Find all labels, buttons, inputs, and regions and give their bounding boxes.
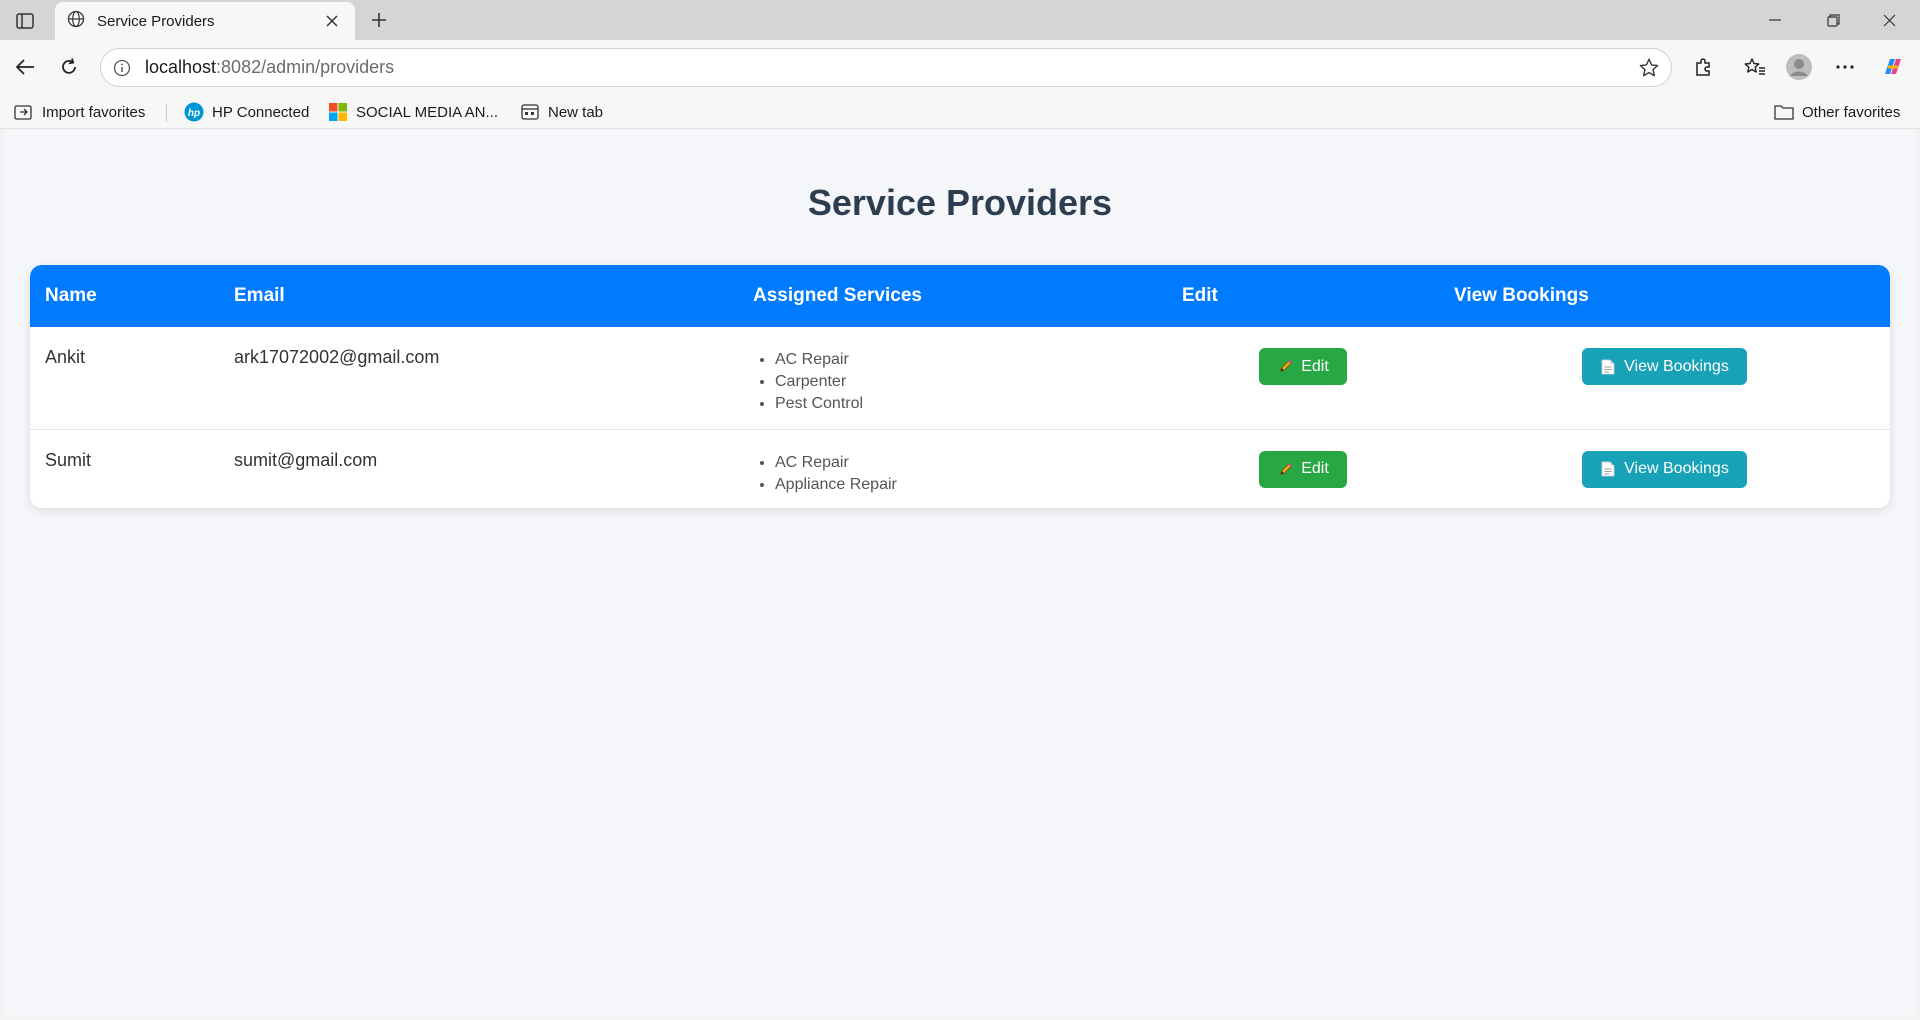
provider-name: Ankit bbox=[30, 327, 219, 430]
service-item: AC Repair bbox=[775, 349, 1152, 371]
service-item: Carpenter bbox=[775, 371, 1152, 393]
edit-cell: Edit bbox=[1167, 429, 1439, 508]
svg-text:hp: hp bbox=[188, 108, 200, 119]
favorites-icon[interactable] bbox=[1738, 50, 1772, 84]
table-row: Ankit ark17072002@gmail.com AC Repair Ca… bbox=[30, 327, 1890, 430]
service-item: Pest Control bbox=[775, 393, 1152, 415]
column-header-view-bookings: View Bookings bbox=[1439, 265, 1890, 327]
fav-label: SOCIAL MEDIA AN... bbox=[356, 103, 498, 121]
close-window-icon[interactable] bbox=[1866, 0, 1912, 40]
more-options-icon[interactable] bbox=[1828, 50, 1862, 84]
providers-table-card: Name Email Assigned Services Edit View B… bbox=[30, 265, 1890, 508]
services-list: AC Repair Carpenter Pest Control bbox=[775, 349, 1152, 415]
column-header-email: Email bbox=[219, 265, 738, 327]
edit-button[interactable]: Edit bbox=[1259, 450, 1347, 488]
edit-button-label: Edit bbox=[1301, 460, 1329, 477]
favorites-bar: Import favorites hp HP Connected SOCIAL … bbox=[0, 95, 1920, 129]
provider-email: ark17072002@gmail.com bbox=[219, 327, 738, 430]
new-tab-icon[interactable] bbox=[364, 6, 394, 34]
browser-tab[interactable]: Service Providers bbox=[55, 2, 355, 40]
edit-button[interactable]: Edit bbox=[1259, 348, 1347, 385]
divider bbox=[166, 104, 167, 122]
table-header-row: Name Email Assigned Services Edit View B… bbox=[30, 265, 1890, 327]
favorite-star-icon[interactable] bbox=[1637, 56, 1661, 80]
tab-title: Service Providers bbox=[97, 12, 215, 30]
fav-hp-connected[interactable]: hp HP Connected bbox=[184, 99, 309, 125]
edit-cell: Edit bbox=[1167, 327, 1439, 430]
close-tab-icon[interactable] bbox=[321, 10, 343, 32]
providers-table: Name Email Assigned Services Edit View B… bbox=[30, 265, 1890, 508]
fav-new-tab[interactable]: New tab bbox=[520, 99, 603, 125]
view-bookings-button[interactable]: View Bookings bbox=[1582, 348, 1747, 385]
column-header-edit: Edit bbox=[1167, 265, 1439, 327]
edit-button-label: Edit bbox=[1301, 357, 1329, 375]
service-item: Appliance Repair bbox=[775, 474, 1152, 496]
column-header-assigned-services: Assigned Services bbox=[738, 265, 1167, 327]
back-icon[interactable] bbox=[8, 50, 42, 84]
fav-other-favorites[interactable]: Other favorites bbox=[1774, 99, 1900, 125]
column-header-name: Name bbox=[30, 265, 219, 327]
pencil-icon bbox=[1277, 461, 1293, 477]
page-title: Service Providers bbox=[807, 182, 1113, 223]
copilot-icon[interactable] bbox=[1876, 50, 1910, 84]
fav-import-favorites[interactable]: Import favorites bbox=[14, 99, 145, 125]
pencil-icon bbox=[1277, 359, 1293, 375]
fav-social-media[interactable]: SOCIAL MEDIA AN... bbox=[328, 99, 498, 125]
view-bookings-cell: View Bookings bbox=[1439, 327, 1890, 430]
browser-navbar: localhost:8082/admin/providers bbox=[0, 40, 1920, 95]
provider-email: sumit@gmail.com bbox=[234, 449, 378, 470]
new-tab-page-icon bbox=[520, 102, 540, 122]
fav-label: Other favorites bbox=[1802, 103, 1901, 121]
provider-services: AC Repair Appliance Repair bbox=[738, 429, 1167, 508]
fav-label: Import favorites bbox=[42, 103, 146, 121]
minimize-icon[interactable] bbox=[1752, 0, 1798, 40]
site-info-icon[interactable] bbox=[111, 57, 133, 79]
sidebar-toggle-icon[interactable] bbox=[12, 8, 38, 34]
fav-label: HP Connected bbox=[212, 103, 310, 121]
view-bookings-button-label: View Bookings bbox=[1624, 357, 1729, 375]
document-icon bbox=[1600, 359, 1616, 375]
profile-avatar[interactable] bbox=[1782, 50, 1816, 84]
url-text: localhost:8082/admin/providers bbox=[145, 57, 395, 77]
folder-icon bbox=[1774, 102, 1794, 122]
hp-logo-icon: hp bbox=[184, 102, 204, 122]
view-bookings-button-label: View Bookings bbox=[1624, 460, 1729, 477]
page-content: Service Providers Name Email Assigned Se… bbox=[5, 130, 1915, 1015]
browser-titlebar: Service Providers bbox=[0, 0, 1920, 40]
refresh-icon[interactable] bbox=[52, 50, 86, 84]
service-item: AC Repair bbox=[775, 452, 1152, 474]
table-row: Sumit sumit@gmail.com AC Repair Applianc… bbox=[30, 429, 1890, 508]
view-bookings-button[interactable]: View Bookings bbox=[1582, 450, 1747, 488]
globe-icon bbox=[67, 10, 85, 33]
import-icon bbox=[14, 102, 34, 122]
restore-icon[interactable] bbox=[1810, 0, 1856, 40]
provider-services: AC Repair Carpenter Pest Control bbox=[738, 327, 1167, 430]
view-bookings-cell: View Bookings bbox=[1439, 429, 1890, 508]
address-bar[interactable]: localhost:8082/admin/providers bbox=[100, 48, 1672, 87]
extensions-icon[interactable] bbox=[1686, 50, 1720, 84]
fav-label: New tab bbox=[548, 103, 604, 121]
microsoft-logo-icon bbox=[328, 102, 348, 122]
services-list: AC Repair Appliance Repair bbox=[775, 452, 1152, 496]
provider-name: Sumit bbox=[45, 449, 92, 470]
document-icon bbox=[1600, 461, 1616, 477]
